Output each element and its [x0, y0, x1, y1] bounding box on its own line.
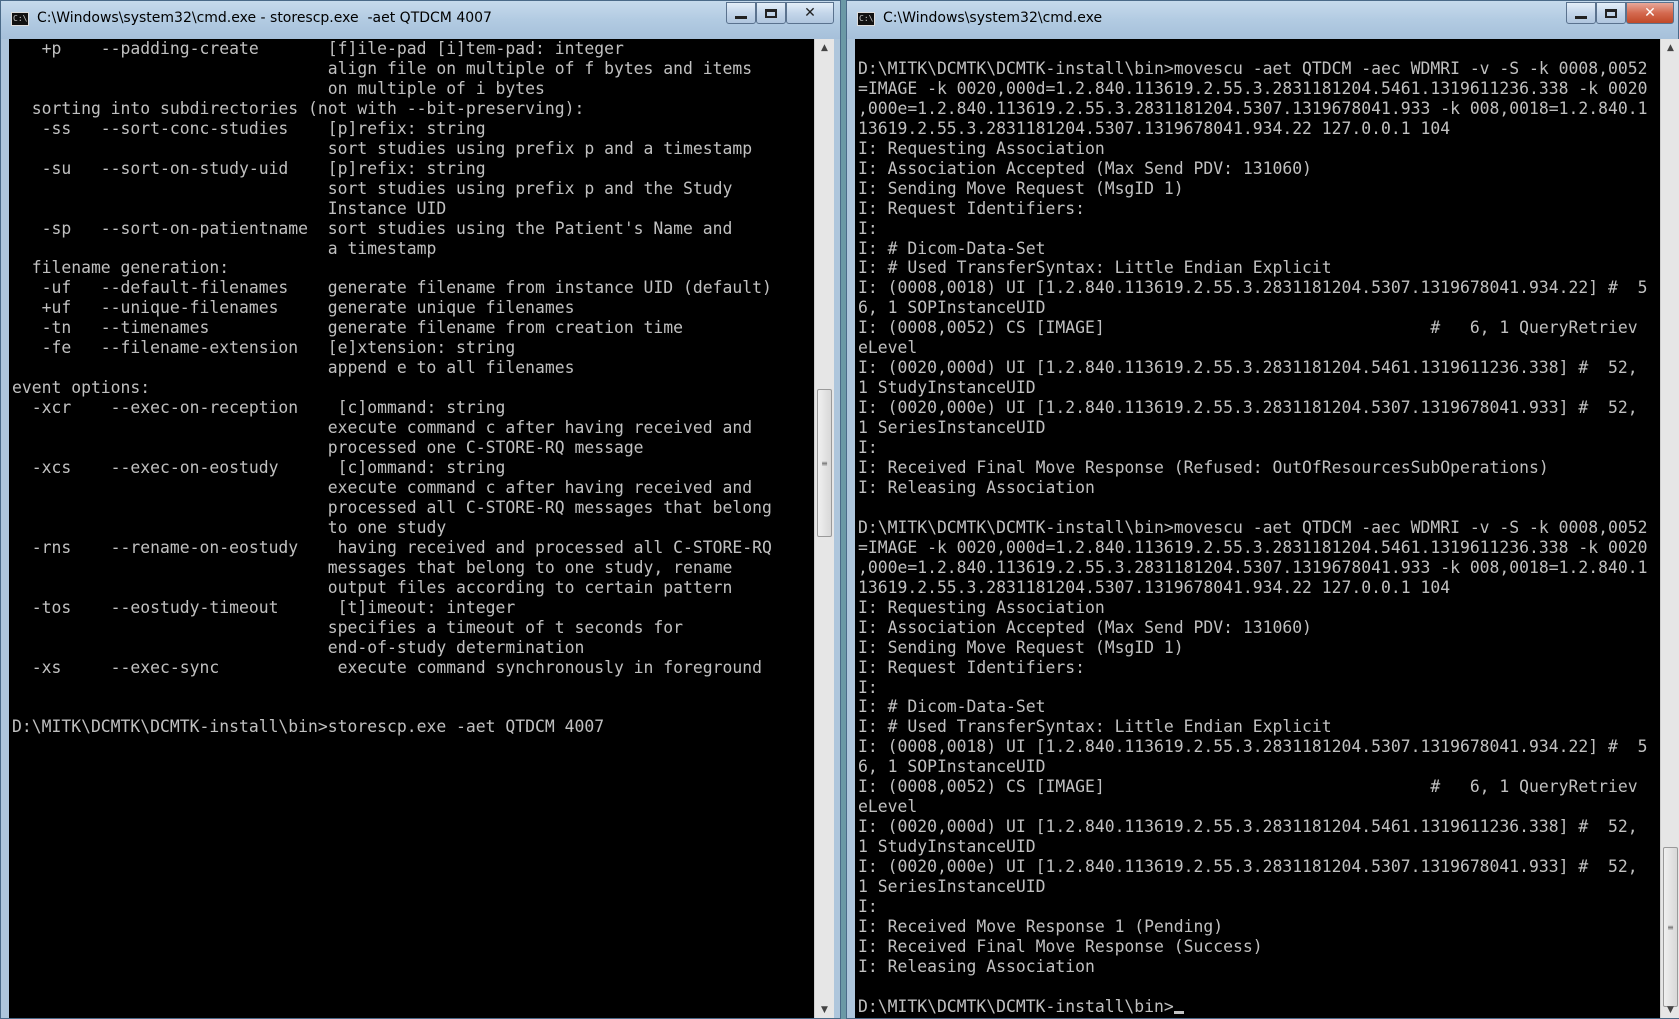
maximize-icon	[1605, 8, 1617, 18]
caption-buttons: ✕	[726, 2, 834, 26]
vertical-scrollbar[interactable]: ▲ ≡ ▼	[814, 39, 834, 1018]
close-button[interactable]: ✕	[786, 2, 834, 24]
scroll-up-arrow-icon[interactable]: ▲	[815, 39, 834, 56]
window-titlebar[interactable]: C:\ C:\Windows\system32\cmd.exe - stores…	[1, 1, 840, 39]
close-button[interactable]: ✕	[1626, 2, 1674, 24]
scroll-up-arrow-icon[interactable]: ▲	[1661, 39, 1679, 56]
cmd-console-icon: C:\	[11, 12, 29, 26]
window-title: C:\Windows\system32\cmd.exe	[883, 10, 1103, 26]
minimize-icon	[1575, 15, 1587, 19]
console-text: D:\MITK\DCMTK\DCMTK-install\bin>movescu …	[855, 39, 1660, 1017]
scrollbar-thumb[interactable]: ≡	[817, 389, 832, 537]
maximize-button[interactable]	[756, 2, 786, 24]
console-output[interactable]: +p --padding-create [f]ile-pad [i]tem-pa…	[9, 39, 814, 1018]
caption-buttons: ✕	[1566, 2, 1674, 26]
text-cursor	[1173, 1010, 1184, 1014]
close-icon: ✕	[804, 5, 816, 21]
window-title: C:\Windows\system32\cmd.exe - storescp.e…	[37, 10, 492, 26]
minimize-icon	[735, 15, 747, 19]
console-output[interactable]: D:\MITK\DCMTK\DCMTK-install\bin>movescu …	[855, 39, 1660, 1018]
cmd-window-storescp[interactable]: C:\ C:\Windows\system32\cmd.exe - stores…	[0, 0, 841, 1019]
minimize-button[interactable]	[726, 2, 756, 24]
scroll-down-arrow-icon[interactable]: ▼	[1661, 1001, 1679, 1018]
scroll-down-arrow-icon[interactable]: ▼	[815, 1001, 834, 1018]
window-titlebar[interactable]: C:\ C:\Windows\system32\cmd.exe ✕	[847, 1, 1678, 39]
maximize-icon	[765, 8, 777, 18]
cmd-console-icon: C:\	[857, 12, 875, 26]
cmd-window-movescu[interactable]: C:\ C:\Windows\system32\cmd.exe ✕ D:\MIT…	[846, 0, 1679, 1019]
console-text: +p --padding-create [f]ile-pad [i]tem-pa…	[12, 39, 772, 737]
scrollbar-thumb[interactable]: ≡	[1663, 847, 1678, 1007]
minimize-button[interactable]	[1566, 2, 1596, 24]
maximize-button[interactable]	[1596, 2, 1626, 24]
close-icon: ✕	[1644, 5, 1656, 21]
vertical-scrollbar[interactable]: ▲ ≡ ▼	[1660, 39, 1679, 1018]
console-text-content: D:\MITK\DCMTK\DCMTK-install\bin>movescu …	[858, 58, 1648, 1016]
